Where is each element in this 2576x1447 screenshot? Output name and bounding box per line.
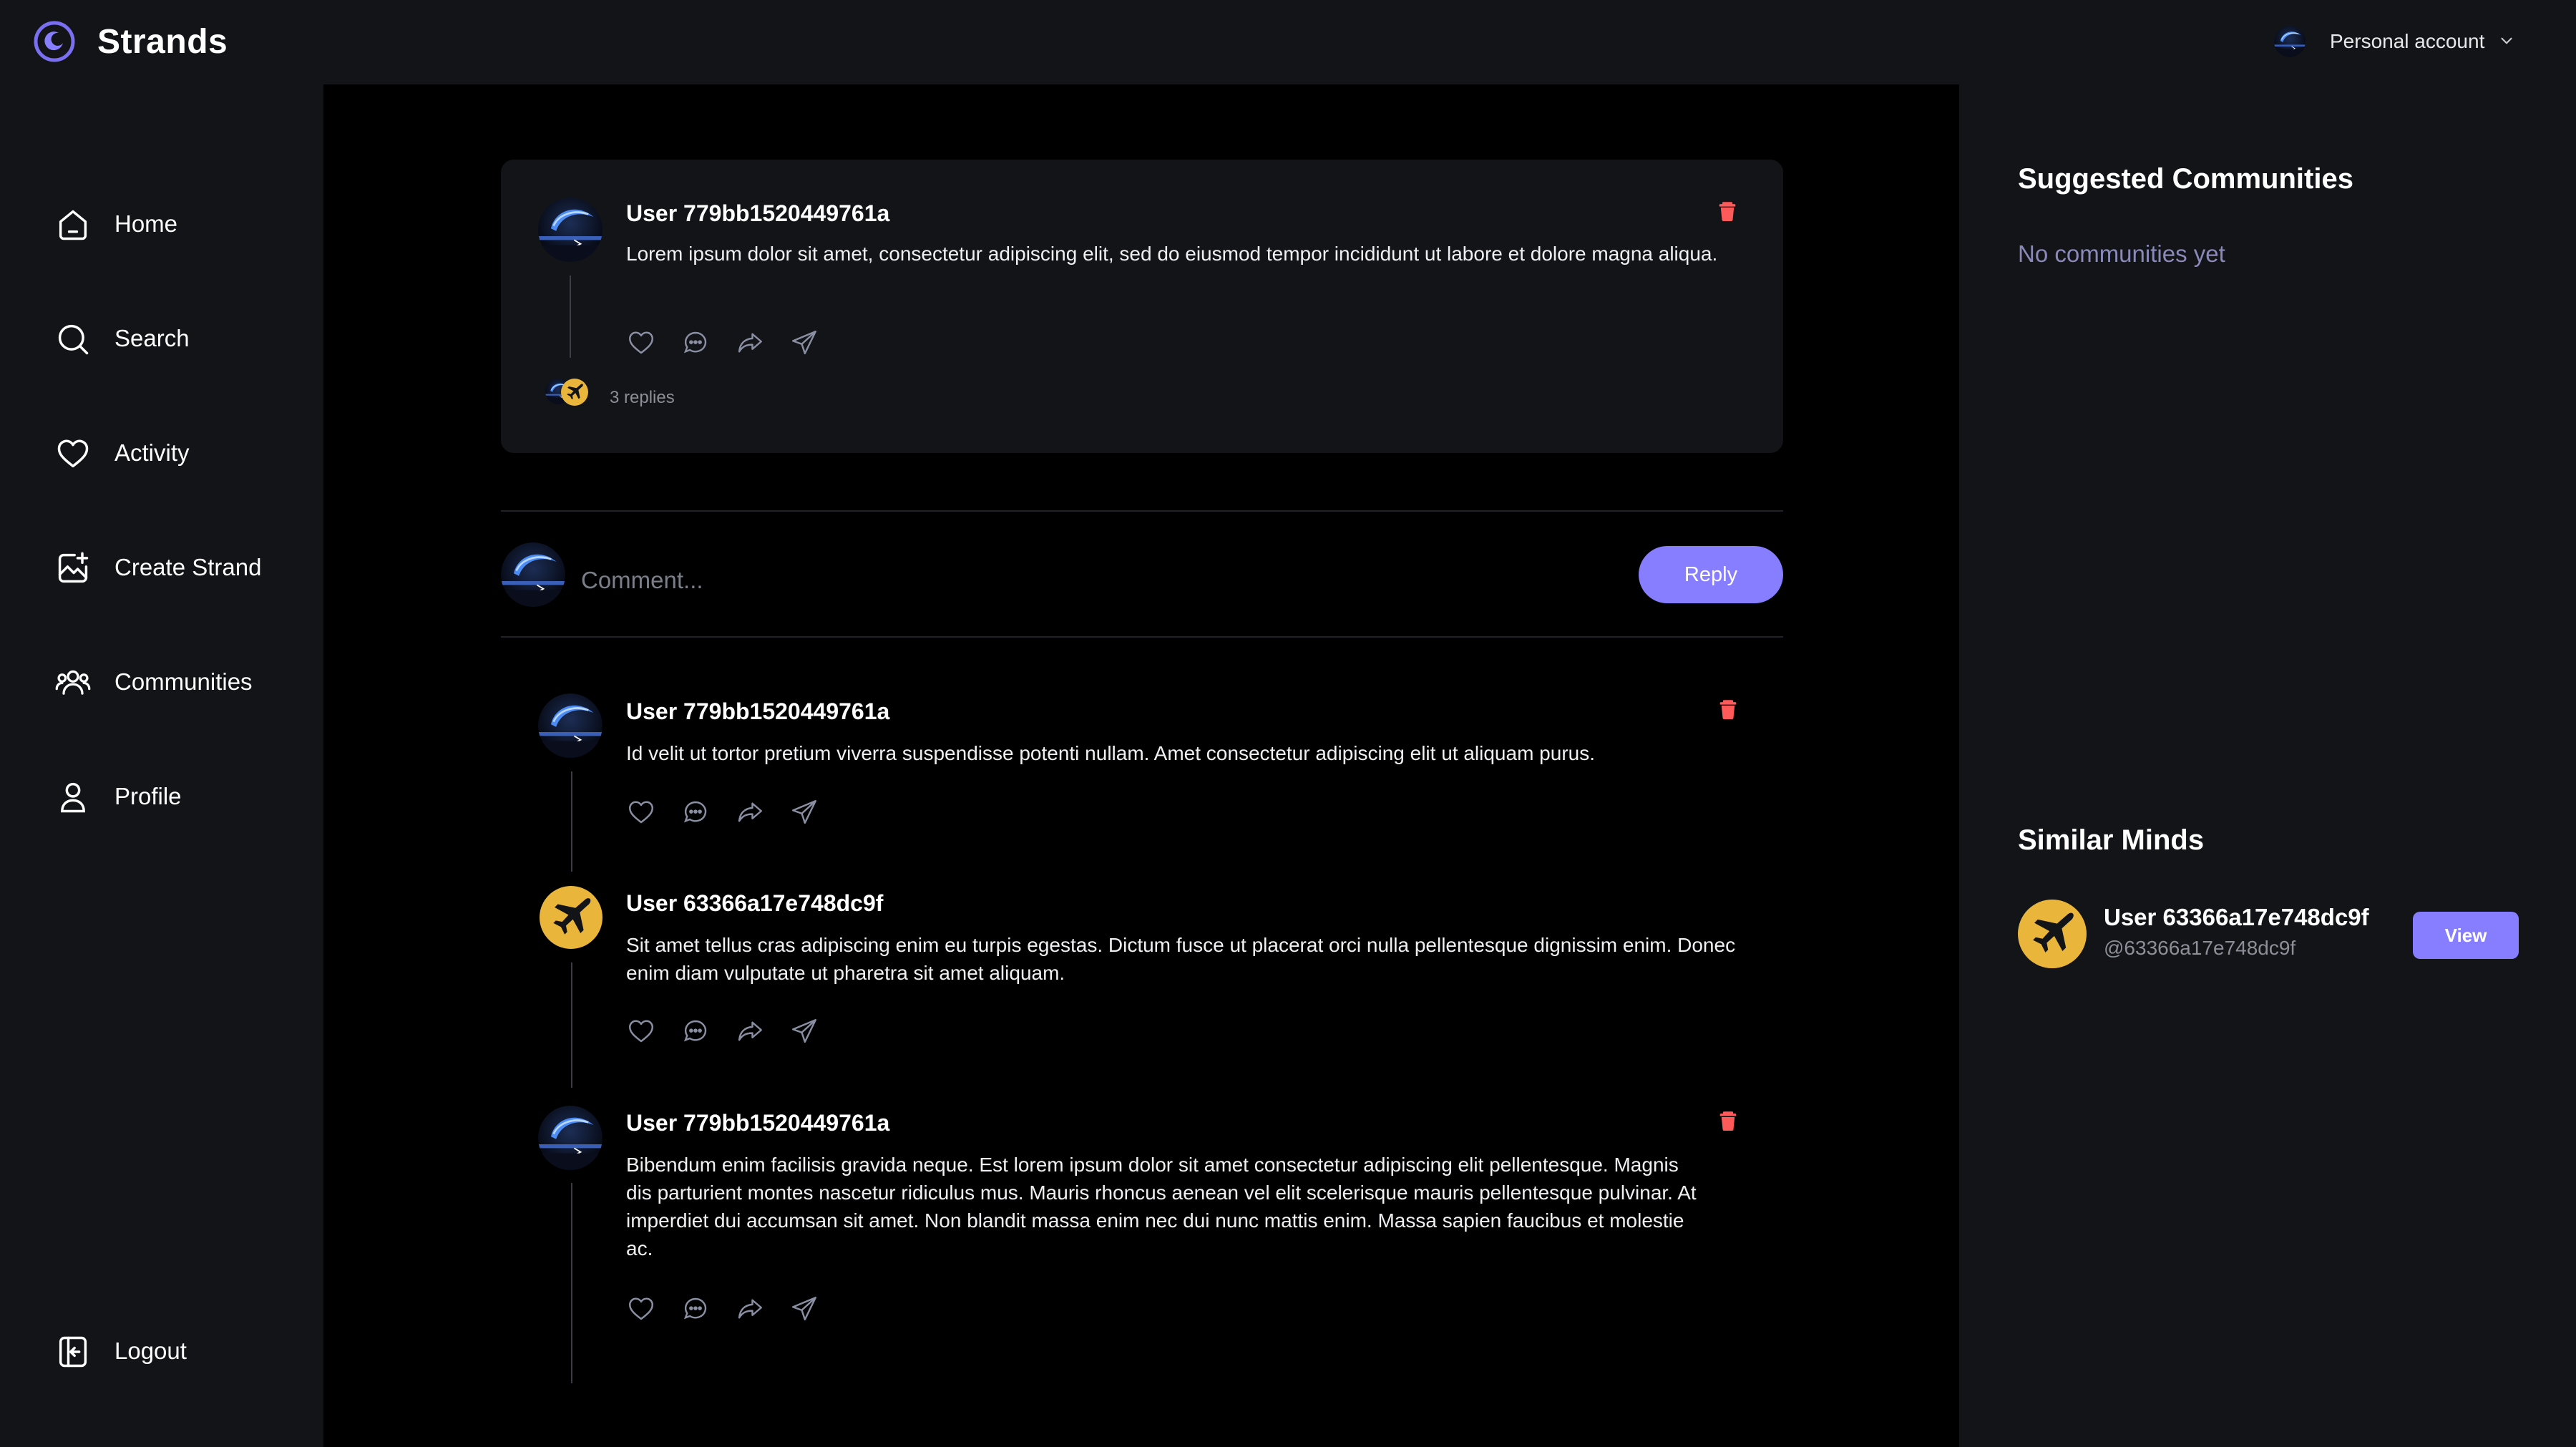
sidebar-item-label: Communities (114, 668, 253, 695)
reply-button[interactable]: Reply (1639, 546, 1783, 603)
reply-author-name[interactable]: User 779bb1520449761a (626, 696, 889, 727)
suggested-communities-title: Suggested Communities (2018, 163, 2353, 195)
reply-author-avatar[interactable] (538, 693, 602, 758)
repost-icon[interactable] (735, 1294, 765, 1324)
replier-avatar (561, 379, 588, 406)
similar-user-name[interactable]: User 63366a17e748dc9f (2104, 902, 2369, 933)
image-plus-icon (58, 552, 89, 583)
search-icon (58, 324, 89, 355)
heart-icon (57, 439, 89, 468)
repost-icon[interactable] (735, 1016, 765, 1046)
post-card: User 779bb1520449761a Lorem ipsum dolor … (501, 160, 1783, 453)
post-actions (626, 328, 841, 359)
replies-count[interactable]: 3 replies (610, 386, 675, 410)
app-title[interactable]: Strands (97, 21, 228, 64)
composer-avatar (501, 542, 565, 607)
sidebar-item-label: Home (114, 210, 178, 237)
similar-user-avatar[interactable] (2018, 900, 2087, 968)
sidebar-item-create-strand[interactable]: Create Strand (54, 542, 305, 593)
send-icon[interactable] (789, 1016, 819, 1046)
repost-icon[interactable] (735, 797, 765, 827)
reply-actions (626, 797, 841, 829)
thread-line (571, 1183, 572, 1383)
logout-label: Logout (114, 1338, 187, 1364)
empty-communities-text: No communities yet (2018, 240, 2225, 267)
reply-actions (626, 1016, 841, 1048)
sidebar-item-activity[interactable]: Activity (54, 428, 305, 478)
chevron-down-icon[interactable] (2497, 31, 2516, 50)
user-icon (61, 782, 85, 813)
similar-user-handle: @63366a17e748dc9f (2104, 937, 2296, 959)
post-author-name[interactable]: User 779bb1520449761a (626, 198, 889, 229)
thread-line (570, 276, 571, 358)
heart-icon[interactable] (626, 797, 656, 827)
comment-icon[interactable] (680, 1294, 711, 1324)
comment-input[interactable] (580, 558, 1584, 603)
divider (501, 636, 1783, 638)
view-profile-button[interactable]: View (2413, 912, 2519, 959)
sidebar-item-profile[interactable]: Profile (54, 771, 305, 822)
heart-icon[interactable] (626, 328, 656, 358)
sidebar-item-home[interactable]: Home (54, 199, 305, 249)
comment-icon[interactable] (680, 797, 711, 827)
reply-actions (626, 1294, 841, 1325)
top-bar: Strands Personal account (0, 0, 2576, 84)
delete-icon[interactable] (1716, 1109, 1740, 1133)
logo-icon[interactable] (33, 20, 76, 63)
reply-text: Id velit ut tortor pretium viverra suspe… (626, 742, 1595, 764)
reply-author-name[interactable]: User 63366a17e748dc9f (626, 887, 883, 919)
delete-icon[interactable] (1715, 199, 1740, 223)
delete-icon[interactable] (1716, 697, 1740, 721)
sidebar-item-label: Search (114, 325, 190, 351)
comment-icon[interactable] (680, 328, 711, 358)
sidebar-item-communities[interactable]: Communities (54, 657, 305, 707)
repost-icon[interactable] (735, 328, 765, 358)
reply-text: Sit amet tellus cras adipiscing enim eu … (626, 934, 1736, 984)
send-icon[interactable] (789, 797, 819, 827)
reply-author-name[interactable]: User 779bb1520449761a (626, 1107, 889, 1139)
thread-line (571, 771, 572, 872)
sidebar-item-search[interactable]: Search (54, 313, 305, 364)
post-text: Lorem ipsum dolor sit amet, consectetur … (626, 243, 1718, 265)
home-icon (59, 210, 87, 240)
users-icon (55, 670, 91, 695)
post-author-avatar[interactable] (538, 198, 602, 262)
sidebar-item-label: Profile (114, 783, 182, 809)
account-switcher[interactable]: Personal account (2330, 27, 2484, 56)
sidebar-item-label: Activity (114, 439, 190, 466)
right-sidebar (1959, 84, 2576, 1447)
heart-icon[interactable] (626, 1294, 656, 1324)
reply-author-avatar[interactable] (538, 1106, 602, 1170)
sidebar-item-label: Create Strand (114, 554, 262, 580)
send-icon[interactable] (789, 1294, 819, 1324)
reply-author-avatar[interactable] (540, 886, 602, 949)
left-sidebar: Home Search Activity Create Strand Commu… (0, 84, 323, 1447)
account-avatar[interactable] (2274, 26, 2306, 57)
similar-minds-title: Similar Minds (2018, 824, 2205, 856)
reply-text: Bibendum enim facilisis gravida neque. E… (626, 1154, 1697, 1260)
thread-line (571, 963, 572, 1088)
logout-button[interactable]: Logout (54, 1326, 305, 1376)
divider (501, 510, 1783, 512)
heart-icon[interactable] (626, 1016, 656, 1046)
comment-icon[interactable] (680, 1016, 711, 1046)
send-icon[interactable] (789, 328, 819, 358)
logout-icon (59, 1336, 87, 1368)
